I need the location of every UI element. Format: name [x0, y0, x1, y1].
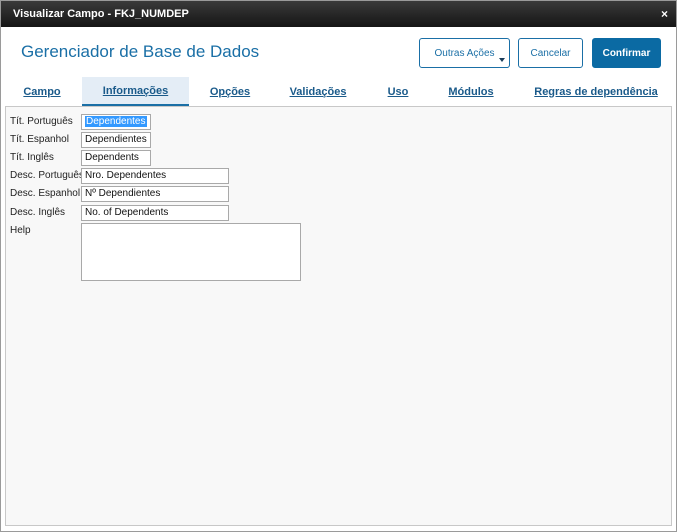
outras-acoes-button[interactable]: Outras Ações — [419, 38, 510, 68]
desc-portugues-label: Desc. Português — [10, 170, 84, 181]
desc-ingles-label: Desc. Inglês — [10, 207, 66, 218]
tab-modulos[interactable]: Módulos — [431, 77, 511, 106]
tab-content-informacoes: Tít. Português Dependentes Tít. Espanhol… — [5, 106, 672, 526]
desc-espanhol-field[interactable]: Nº Dependientes — [81, 186, 229, 202]
tit-ingles-field[interactable]: Dependents — [81, 150, 151, 166]
outras-acoes-label: Outras Ações — [434, 47, 495, 59]
tit-portugues-value: Dependentes — [85, 116, 147, 127]
close-icon[interactable]: × — [661, 7, 668, 21]
tit-ingles-label: Tít. Inglês — [10, 152, 54, 163]
help-label: Help — [10, 225, 31, 236]
title-bar: Visualizar Campo - FKJ_NUMDEP × — [1, 1, 676, 27]
page-title: Gerenciador de Base de Dados — [21, 42, 260, 61]
tit-espanhol-label: Tít. Espanhol — [10, 134, 69, 145]
desc-ingles-field[interactable]: No. of Dependents — [81, 205, 229, 221]
help-textarea[interactable] — [81, 223, 301, 281]
tab-bar: Campo Informações Opções Validações Uso … — [1, 77, 676, 106]
tit-portugues-field[interactable]: Dependentes — [81, 114, 151, 130]
cancel-button[interactable]: Cancelar — [518, 38, 583, 68]
tab-regras-dependencia[interactable]: Regras de dependência — [521, 77, 671, 106]
dialog-window: Visualizar Campo - FKJ_NUMDEP × Gerencia… — [0, 0, 677, 532]
tab-uso[interactable]: Uso — [371, 77, 425, 106]
caret-down-icon — [499, 58, 505, 62]
tab-campo[interactable]: Campo — [5, 77, 79, 106]
confirm-button[interactable]: Confirmar — [592, 38, 661, 68]
tab-opcoes[interactable]: Opções — [193, 77, 267, 106]
window-title: Visualizar Campo - FKJ_NUMDEP — [13, 8, 189, 20]
desc-espanhol-label: Desc. Espanhol — [10, 188, 81, 199]
tit-espanhol-field[interactable]: Dependientes — [81, 132, 151, 148]
tit-portugues-label: Tít. Português — [10, 116, 73, 127]
tab-validacoes[interactable]: Validações — [271, 77, 365, 106]
desc-portugues-field[interactable]: Nro. Dependentes — [81, 168, 229, 184]
tab-informacoes[interactable]: Informações — [82, 77, 189, 106]
